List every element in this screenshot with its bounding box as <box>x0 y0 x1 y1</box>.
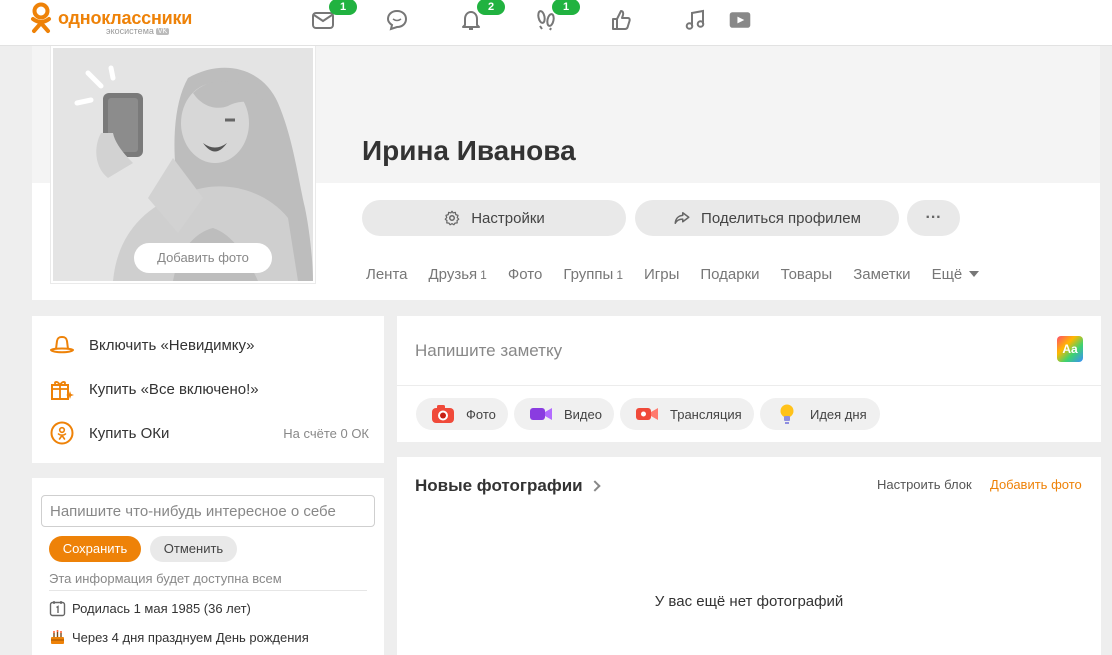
share-profile-button[interactable]: Поделиться профилем <box>635 200 899 236</box>
tab-products-label: Товары <box>780 266 833 283</box>
tab-feed[interactable]: Лента <box>366 266 408 283</box>
services-card: Включить «Невидимку» Купить «Все включен… <box>32 316 384 463</box>
tab-gifts-label: Подарки <box>700 266 760 283</box>
tab-feed-label: Лента <box>366 266 408 283</box>
more-actions-button[interactable]: ··· <box>907 200 960 236</box>
nav-music[interactable] <box>681 6 709 34</box>
all-inclusive-label: Купить «Все включено!» <box>89 380 259 398</box>
tab-notes-label: Заметки <box>853 266 911 283</box>
share-arrow-icon <box>674 212 690 224</box>
about-me-input[interactable] <box>41 495 375 527</box>
chip-video-label: Видео <box>564 406 602 422</box>
ok-coin-icon <box>50 421 74 445</box>
divider <box>397 385 1101 386</box>
camera-icon <box>432 405 454 423</box>
invisible-mode-label: Включить «Невидимку» <box>89 336 255 354</box>
note-input[interactable]: Напишите заметку <box>415 341 562 361</box>
gift-sparkle-icon <box>51 381 74 400</box>
chip-broadcast[interactable]: Трансляция <box>620 398 754 430</box>
tab-friends[interactable]: Друзья 1 <box>429 266 487 283</box>
chevron-right-icon <box>588 480 601 492</box>
broadcast-icon <box>636 408 658 420</box>
tab-friends-count: 1 <box>480 268 487 282</box>
tab-more-label: Ещё <box>931 266 963 283</box>
new-photos-title-text: Новые фотографии <box>415 476 583 495</box>
hat-icon <box>50 335 74 354</box>
text-format-icon[interactable]: Aa <box>1057 336 1083 362</box>
nav-discussions[interactable] <box>383 6 411 34</box>
vk-mark: VK <box>155 28 170 35</box>
chip-idea-label: Идея дня <box>810 406 867 422</box>
birth-date-text: Родилась 1 мая 1985 (36 лет) <box>72 601 251 616</box>
cake-icon <box>51 630 64 644</box>
tab-notes[interactable]: Заметки <box>853 266 910 283</box>
tab-photos[interactable]: Фото <box>508 266 542 283</box>
configure-block-link[interactable]: Настроить блок <box>877 477 972 492</box>
tab-more[interactable]: Ещё <box>932 266 980 283</box>
settings-button-label: Настройки <box>471 209 545 227</box>
nav-events[interactable] <box>607 6 635 34</box>
cancel-button[interactable]: Отменить <box>150 536 237 562</box>
profile-header: Добавить фото Ирина Иванова Настройки По… <box>32 46 1100 300</box>
birthday-text: Через 4 дня празднуем День рождения <box>72 630 309 645</box>
ok-logo-icon <box>31 2 51 33</box>
brand-sub-text: экосистема <box>106 26 154 36</box>
video-camera-icon <box>530 408 552 420</box>
buy-ok-label: Купить ОКи <box>89 424 170 442</box>
tab-groups-label: Группы <box>563 266 614 283</box>
brand-subtitle: экосистема VK <box>106 26 170 36</box>
tab-gifts[interactable]: Подарки <box>700 266 759 283</box>
chip-photo[interactable]: Фото <box>416 398 508 430</box>
profile-name: Ирина Иванова <box>362 135 576 166</box>
tab-photos-label: Фото <box>507 266 543 283</box>
thumbs-up-icon <box>612 10 631 30</box>
lightbulb-icon <box>780 404 794 424</box>
chat-bubble-icon <box>386 9 408 31</box>
tab-groups[interactable]: Группы 1 <box>563 266 623 283</box>
tab-games[interactable]: Игры <box>644 266 679 283</box>
new-photos-card: Новые фотографии Настроить блок Добавить… <box>397 457 1101 655</box>
empty-photos-message: У вас ещё нет фотографий <box>654 593 844 610</box>
video-play-icon <box>729 12 751 28</box>
add-photo-link[interactable]: Добавить фото <box>990 477 1082 492</box>
all-inclusive-item[interactable]: Купить «Все включено!» <box>49 374 369 404</box>
top-bar: одноклассники экосистема VK 1 2 1 <box>0 0 1112 46</box>
ok-logo[interactable]: одноклассники <box>30 2 192 42</box>
chip-photo-label: Фото <box>466 406 496 422</box>
chevron-down-icon <box>969 271 980 277</box>
buy-ok-item[interactable]: Купить ОКи На счёте 0 ОК <box>49 418 369 448</box>
nav-notifications[interactable]: 2 <box>457 0 505 34</box>
nav-video[interactable] <box>726 6 754 34</box>
share-profile-label: Поделиться профилем <box>701 209 861 227</box>
chip-broadcast-label: Трансляция <box>670 406 742 422</box>
music-note-icon <box>685 9 705 30</box>
divider <box>49 590 367 591</box>
nav-messages[interactable]: 1 <box>309 0 357 34</box>
gear-icon <box>444 210 460 226</box>
invisible-mode-item[interactable]: Включить «Невидимку» <box>49 330 369 360</box>
settings-button[interactable]: Настройки <box>362 200 626 236</box>
about-card: Сохранить Отменить Эта информация будет … <box>32 478 384 655</box>
calendar-icon <box>49 601 66 617</box>
birth-date-row: Родилась 1 мая 1985 (36 лет) <box>49 600 251 617</box>
tab-groups-count: 1 <box>616 268 623 282</box>
tab-games-label: Игры <box>644 266 680 283</box>
chip-video[interactable]: Видео <box>514 398 614 430</box>
avatar-placeholder[interactable]: Добавить фото <box>51 46 315 283</box>
birthday-row: Через 4 дня празднуем День рождения <box>49 629 309 646</box>
guests-badge: 1 <box>552 0 580 15</box>
note-composer: Напишите заметку Aa Фото Видео Трансляци… <box>397 316 1101 442</box>
about-hint: Эта информация будет доступна всем <box>49 571 282 586</box>
new-photos-title[interactable]: Новые фотографии <box>415 476 601 496</box>
tab-products[interactable]: Товары <box>781 266 833 283</box>
ok-balance: На счёте 0 ОК <box>283 425 369 441</box>
add-photo-button[interactable]: Добавить фото <box>134 243 272 273</box>
save-button[interactable]: Сохранить <box>49 536 141 562</box>
profile-tabs: Лента Друзья 1 Фото Группы 1 Игры Подарки … <box>366 266 1000 283</box>
notifications-badge: 2 <box>477 0 505 15</box>
chip-idea-of-day[interactable]: Идея дня <box>760 398 880 430</box>
tab-friends-label: Друзья <box>428 266 478 283</box>
nav-guests[interactable]: 1 <box>532 0 580 34</box>
messages-badge: 1 <box>329 0 357 15</box>
